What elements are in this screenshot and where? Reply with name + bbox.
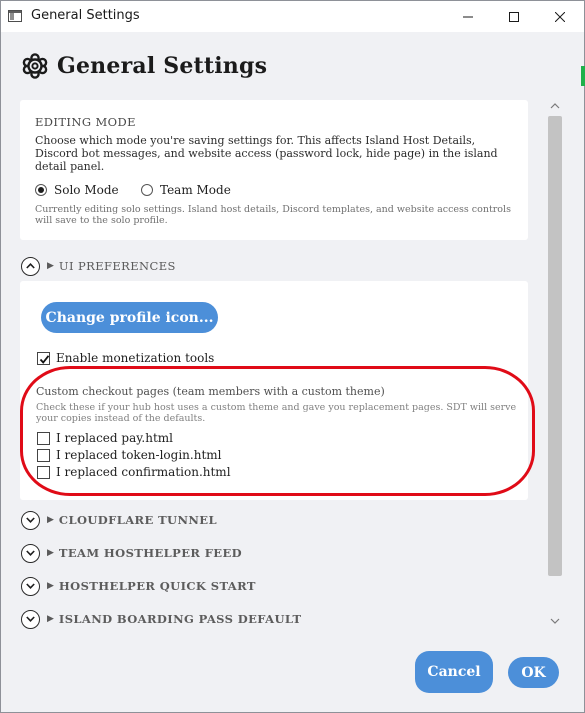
team-mode-label: Team Mode [160,183,231,197]
custom-checkout-note: Check these if your hub host uses a cust… [36,402,517,424]
window-title: General Settings [31,8,140,23]
team-mode-radio[interactable]: Team Mode [141,183,231,197]
monetization-checkbox-row[interactable]: Enable monetization tools [37,351,214,365]
replaced-token-login-checkbox[interactable] [37,448,50,462]
accordion-cloudflare-tunnel[interactable]: ▶ CLOUDFLARE TUNNEL [20,508,217,532]
replaced-pay-checkbox-row[interactable]: I replaced pay.html [37,431,173,445]
accordion-label: CLOUDFLARE TUNNEL [58,513,217,527]
change-profile-icon-button[interactable]: Change profile icon... [41,302,218,333]
triangle-right-icon: ▶ [47,614,54,624]
minimize-button[interactable] [445,1,491,32]
scrollbar-thumb[interactable] [548,116,562,576]
accordion-ui-preferences[interactable]: ▶ UI PREFERENCES [20,254,176,278]
scroll-down-icon[interactable] [550,616,560,626]
accordion-label: ISLAND BOARDING PASS DEFAULT [58,612,302,626]
radio-checked[interactable] [35,184,47,196]
accordion-label: UI PREFERENCES [58,259,176,273]
accordion-label: TEAM HOSTHELPER FEED [58,546,243,560]
settings-scroll-area[interactable]: EDITING MODE Choose which mode you're sa… [20,99,566,631]
accordion-island-boarding-pass-default[interactable]: ▶ ISLAND BOARDING PASS DEFAULT [20,607,301,631]
maximize-button[interactable] [491,1,537,32]
editing-mode-description: Choose which mode you're saving settings… [35,134,498,173]
chevron-down-icon[interactable] [21,609,40,629]
accordion-hosthelper-quick-start[interactable]: ▶ HOSTHELPER QUICK START [20,574,256,598]
chevron-down-icon[interactable] [21,576,40,596]
solo-mode-label: Solo Mode [54,183,119,197]
page-title: General Settings [57,53,268,79]
triangle-right-icon: ▶ [47,515,54,525]
chevron-up-icon[interactable] [21,256,40,276]
gear-icon [22,53,48,79]
close-button[interactable] [537,1,583,32]
radio-unchecked[interactable] [141,184,153,196]
maximize-icon [509,11,519,22]
checkmark-icon [39,354,50,364]
chevron-down-icon[interactable] [21,543,40,563]
custom-checkout-title: Custom checkout pages (team members with… [36,385,385,398]
triangle-right-icon: ▶ [47,581,54,591]
monetization-checkbox[interactable] [37,351,50,365]
cancel-button[interactable]: Cancel [415,651,493,693]
close-icon [555,11,565,22]
accordion-label: HOSTHELPER QUICK START [58,579,256,593]
solo-mode-radio[interactable]: Solo Mode [35,183,119,197]
editing-mode-label: EDITING MODE [35,115,136,129]
accordion-team-hosthelper-feed[interactable]: ▶ TEAM HOSTHELPER FEED [20,541,242,565]
edge-marker [581,66,585,86]
triangle-right-icon: ▶ [47,261,54,271]
replaced-confirmation-checkbox-row[interactable]: I replaced confirmation.html [37,465,231,479]
ui-preferences-card: Change profile icon... Enable monetizati… [20,281,528,500]
replaced-token-login-checkbox-row[interactable]: I replaced token-login.html [37,448,221,462]
editing-mode-card: EDITING MODE Choose which mode you're sa… [20,100,528,240]
vertical-scrollbar[interactable] [546,99,563,631]
editing-mode-note: Currently editing solo settings. Island … [35,204,511,226]
replaced-confirmation-label: I replaced confirmation.html [56,465,231,479]
app-icon [8,10,22,22]
page-header: General Settings [22,51,267,81]
scroll-up-icon[interactable] [550,101,560,111]
replaced-confirmation-checkbox[interactable] [37,465,50,479]
settings-window: General Settings General Settings EDITIN… [0,0,585,713]
monetization-label: Enable monetization tools [56,351,215,365]
title-bar: General Settings [1,1,584,32]
replaced-pay-label: I replaced pay.html [56,431,173,445]
triangle-right-icon: ▶ [47,548,54,558]
replaced-pay-checkbox[interactable] [37,431,50,445]
ok-button[interactable]: OK [508,657,559,688]
minimize-icon [463,16,473,17]
chevron-down-icon[interactable] [21,510,40,530]
replaced-token-login-label: I replaced token-login.html [56,448,222,462]
